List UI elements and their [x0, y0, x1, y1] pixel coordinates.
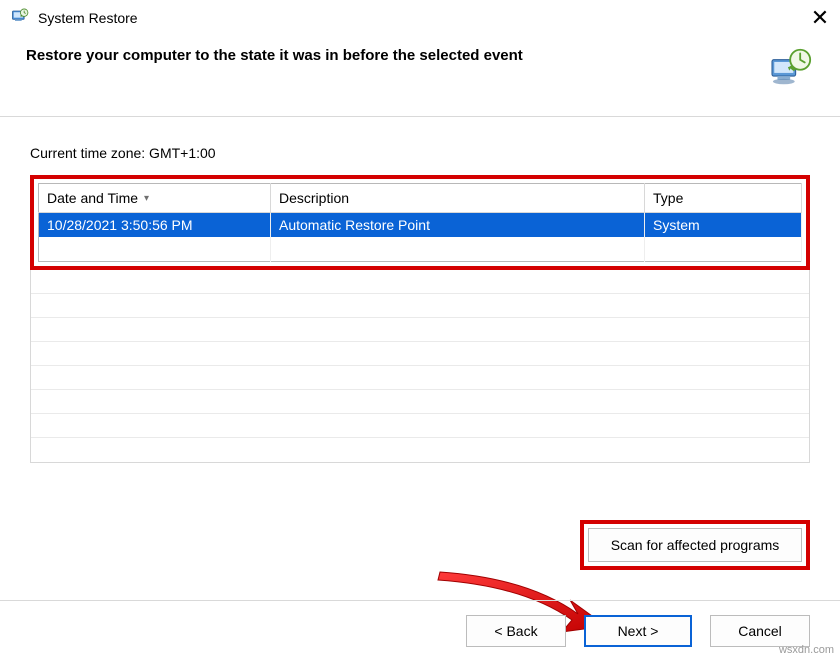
restore-points-highlight-box: Date and Time ▾ Description Type 10/28/2…	[30, 175, 810, 270]
restore-points-table-empty-area	[30, 270, 810, 463]
column-header-datetime-label: Date and Time	[47, 190, 138, 206]
cell-datetime: 10/28/2021 3:50:56 PM	[39, 213, 271, 238]
column-header-datetime[interactable]: Date and Time ▾	[39, 184, 271, 213]
titlebar: System Restore ✕	[0, 0, 840, 33]
back-button[interactable]: < Back	[466, 615, 566, 647]
wizard-headline: Restore your computer to the state it wa…	[26, 47, 758, 64]
cancel-button[interactable]: Cancel	[710, 615, 810, 647]
table-row[interactable]	[39, 237, 802, 262]
system-restore-icon	[10, 6, 30, 29]
scan-button-highlight-box: Scan for affected programs	[580, 520, 810, 570]
cell-type: System	[645, 213, 802, 238]
restore-points-table[interactable]: Date and Time ▾ Description Type 10/28/2…	[38, 183, 802, 262]
watermark: wsxdn.com	[779, 644, 834, 656]
close-icon[interactable]: ✕	[810, 9, 830, 27]
column-header-type[interactable]: Type	[645, 184, 802, 213]
sort-descending-icon: ▾	[144, 193, 149, 204]
cell-description: Automatic Restore Point	[271, 213, 645, 238]
wizard-body: Current time zone: GMT+1:00 Date and Tim…	[0, 117, 840, 463]
wizard-footer: < Back Next > Cancel	[0, 600, 840, 660]
wizard-header: Restore your computer to the state it wa…	[0, 33, 840, 100]
scan-affected-programs-button[interactable]: Scan for affected programs	[588, 528, 802, 562]
window-title: System Restore	[38, 10, 138, 26]
column-header-description[interactable]: Description	[271, 184, 645, 213]
column-header-type-label: Type	[653, 190, 683, 206]
next-button[interactable]: Next >	[584, 615, 692, 647]
system-restore-large-icon	[770, 47, 814, 90]
column-header-description-label: Description	[279, 190, 349, 206]
timezone-label: Current time zone: GMT+1:00	[30, 145, 810, 161]
table-row[interactable]: 10/28/2021 3:50:56 PM Automatic Restore …	[39, 213, 802, 238]
